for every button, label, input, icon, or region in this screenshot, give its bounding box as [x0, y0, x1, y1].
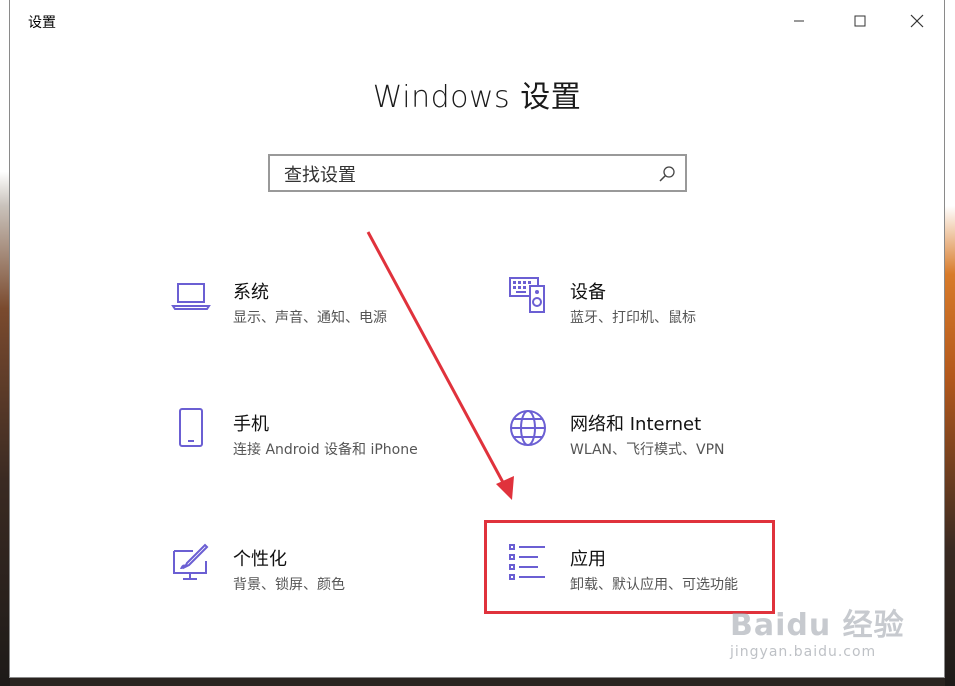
watermark-url: jingyan.baidu.com: [730, 644, 877, 660]
watermark-logo: Baidu 经验: [730, 608, 905, 643]
desktop-background-right: [945, 0, 955, 686]
baidu-watermark: Baidu 经验 jingyan.baidu.com: [730, 600, 930, 670]
arrow-head-icon: [496, 476, 514, 500]
annotation-arrow: [366, 231, 514, 500]
settings-window: 设置 Windows 设置 系统 显示、声音、通知、电源: [9, 0, 945, 678]
